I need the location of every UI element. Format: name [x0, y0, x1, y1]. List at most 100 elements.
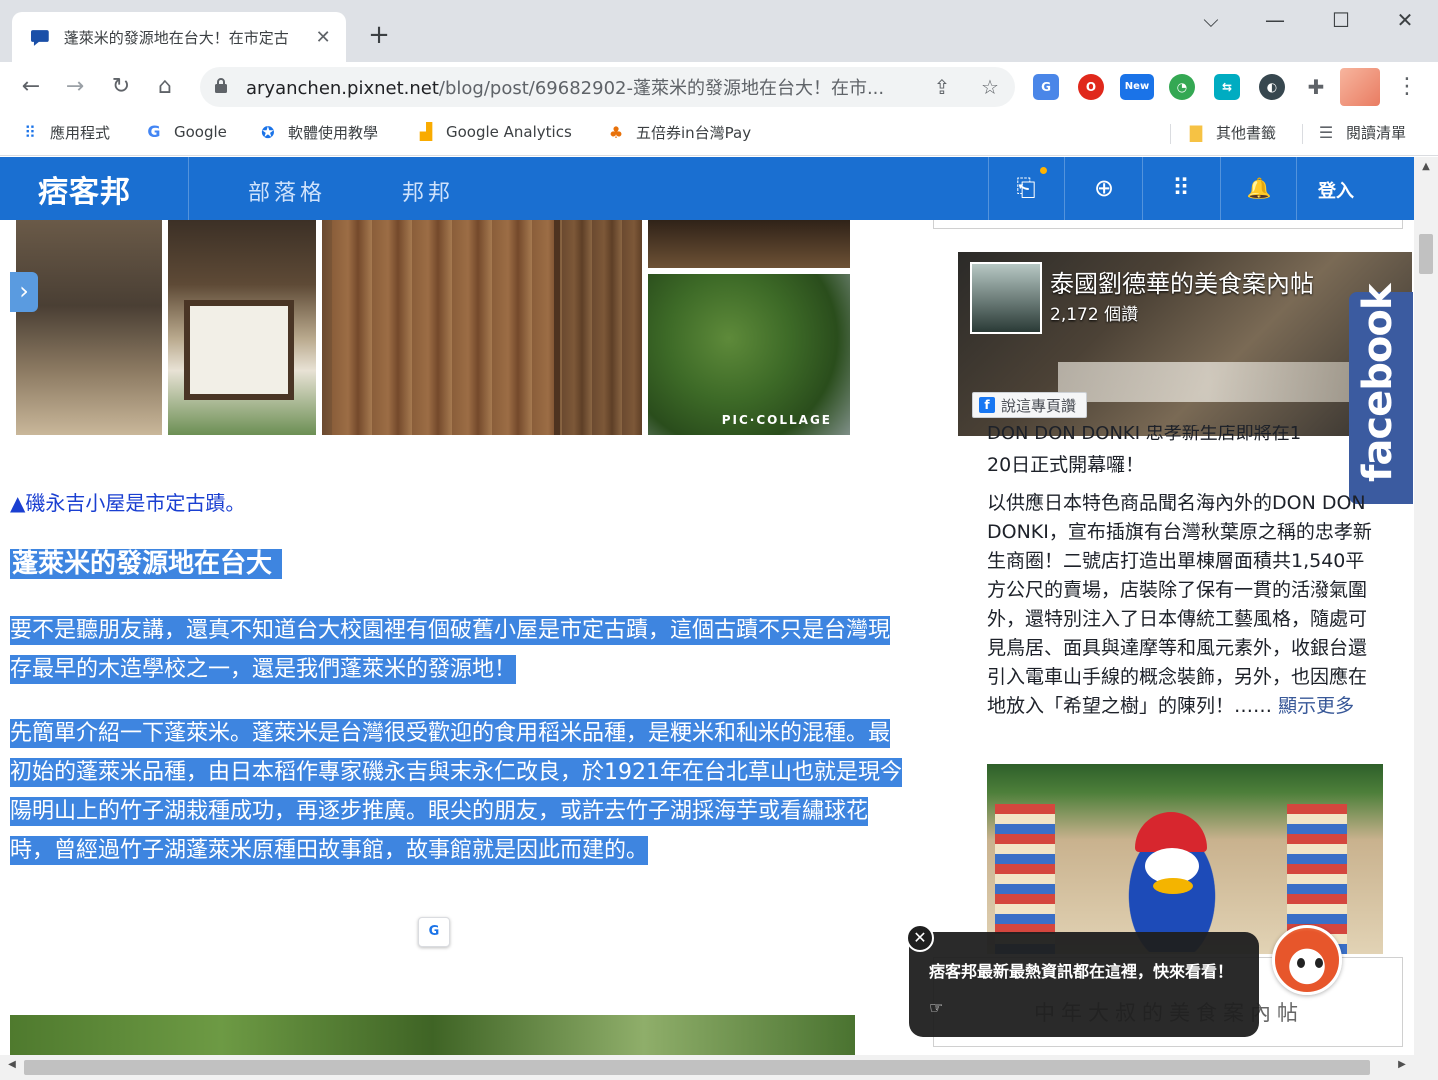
extensions-puzzle-icon[interactable]: ✚ — [1303, 74, 1329, 100]
bookmark-label: 其他書籤 — [1216, 124, 1277, 142]
reading-list[interactable]: ☰ 閱讀清單 — [1316, 122, 1406, 143]
nav-blog[interactable]: 部落格 — [248, 175, 326, 207]
google-icon: G — [147, 122, 161, 141]
vertical-scrollbar[interactable]: ▲ — [1414, 157, 1438, 1055]
vertical-scroll-thumb[interactable] — [1419, 234, 1433, 274]
facebook-page-card[interactable]: 泰國劉德華的美食案內帖 2,172 個讚 f 說這專頁讚 — [958, 252, 1412, 436]
fb-post-image[interactable] — [987, 764, 1383, 954]
scroll-up-arrow-icon[interactable]: ▲ — [1414, 161, 1438, 172]
maximize-button[interactable]: ☐ — [1326, 8, 1356, 32]
scroll-left-arrow-icon[interactable]: ◀ — [4, 1059, 20, 1070]
header-divider — [1064, 157, 1065, 220]
tab-close-icon[interactable]: ✕ — [312, 27, 334, 48]
photo-collage: PIC·COLLAGE — [16, 220, 850, 438]
penguin-hat — [1135, 812, 1207, 852]
reload-button[interactable]: ↻ — [106, 72, 136, 102]
bookmark-label: 軟體使用教學 — [288, 124, 379, 142]
nav-bangbang[interactable]: 邦邦 — [402, 175, 454, 207]
bookmarks-bar: ⠿ 應用程式 G Google ✪ 軟體使用教學 ▟ Google Analyt… — [0, 112, 1438, 156]
reading-list-icon: ☰ — [1318, 122, 1334, 142]
back-button[interactable]: ← — [16, 72, 46, 102]
translate-extension-icon[interactable]: G — [1033, 74, 1059, 100]
horizontal-scrollbar[interactable]: ◀ ▶ — [0, 1055, 1438, 1080]
see-more-link[interactable]: 顯示更多 — [1278, 695, 1354, 717]
new-extension-icon[interactable]: New — [1120, 74, 1154, 100]
bookmark-label: 五倍券in台灣Pay — [636, 124, 752, 142]
article-paragraph: 先簡單介紹一下蓬萊米。蓬萊米是台灣很受歡迎的食用稻米品種，是粳米和秈米的混種。最… — [10, 714, 902, 870]
share-icon[interactable]: ⇪ — [930, 75, 954, 99]
site-logo[interactable]: 痞客邦 — [38, 167, 131, 211]
url-text[interactable]: aryanchen.pixnet.net/blog/post/69682902-… — [246, 74, 922, 100]
bookmark-icon[interactable]: ⎗ — [1006, 171, 1046, 205]
bookmark-google[interactable]: G Google — [144, 122, 227, 142]
profile-avatar[interactable] — [1340, 68, 1380, 106]
heading-text: 蓬萊米的發源地在台大 — [10, 549, 283, 579]
apps-icon[interactable]: ⠿ — [1161, 171, 1201, 205]
bookmark-other[interactable]: ▇ 其他書籤 — [1186, 122, 1276, 143]
minimize-button[interactable]: — — [1260, 8, 1290, 32]
apps-grid-icon: ⠿ — [24, 122, 36, 142]
tab-strip: 蓬萊米的發源地在台大！在市定古 ✕ + ⌵ — ☐ ✕ — [0, 0, 1438, 62]
home-button[interactable]: ⌂ — [150, 72, 180, 102]
bookmark-label: Google Analytics — [446, 123, 572, 141]
horizontal-scroll-thumb[interactable] — [24, 1060, 1370, 1075]
bookmark-analytics[interactable]: ▟ Google Analytics — [416, 122, 572, 142]
search-icon[interactable]: ⊕ — [1084, 171, 1124, 205]
wooden-door — [332, 220, 560, 435]
fb-like-page-button[interactable]: f 說這專頁讚 — [972, 392, 1088, 418]
facebook-icon: f — [979, 397, 995, 413]
browser-menu-icon[interactable]: ⋮ — [1396, 74, 1418, 99]
fb-post-body: 以供應日本特色商品聞名海內外的DON DON DONKI，宣布插旗有台灣秋葉原之… — [987, 489, 1379, 721]
fb-post-subtitle: 20日正式開幕囉！ — [987, 454, 1145, 476]
slide-arrow-button[interactable]: › — [10, 272, 38, 312]
page-viewport: 痞客邦 部落格 邦邦 ⎗ ⊕ ⠿ 🔔 登入 PIC·COLLAGE › ▲磯永吉… — [0, 157, 1414, 1055]
fb-post-text: 以供應日本特色商品聞名海內外的DON DON DONKI，宣布插旗有台灣秋葉原之… — [987, 492, 1372, 717]
popup-close-icon[interactable]: ✕ — [906, 924, 934, 952]
bookmarks-divider — [1302, 124, 1303, 144]
promo-popup[interactable]: 痞客邦最新最熱資訊都在這裡，快來看看！☞ — [909, 932, 1259, 1037]
fox-mascot-icon[interactable] — [1272, 925, 1342, 995]
bookmark-label: Google — [174, 123, 227, 141]
header-divider — [1296, 157, 1297, 220]
vpn-extension-icon[interactable]: ◐ — [1259, 74, 1285, 100]
collage-photo-sign — [168, 220, 316, 435]
collage-photo-eave — [648, 220, 850, 268]
bookmark-star-icon[interactable]: ☆ — [978, 75, 1002, 99]
mascot-eye — [1297, 958, 1305, 968]
pixnet-favicon-icon — [30, 30, 49, 46]
opera-extension-icon[interactable]: O — [1078, 74, 1104, 100]
photo-caption: ▲磯永吉小屋是市定古蹟。 — [10, 491, 246, 515]
address-bar[interactable]: aryanchen.pixnet.net/blog/post/69682902-… — [200, 67, 1015, 107]
tab-search-icon[interactable]: ⌵ — [1196, 8, 1226, 32]
popup-message[interactable]: 痞客邦最新最熱資訊都在這裡，快來看看！☞ — [929, 954, 1239, 1026]
bell-icon[interactable]: 🔔 — [1239, 171, 1279, 205]
close-window-button[interactable]: ✕ — [1390, 8, 1420, 32]
fb-like-count: 2,172 個讚 — [1050, 305, 1139, 325]
url-path: /blog/post/69682902-蓬萊米的發源地在台大！在市... — [438, 78, 885, 99]
bookmark-label: 閱讀清單 — [1346, 124, 1407, 142]
bookmark-pay[interactable]: ♣ 五倍券in台灣Pay — [606, 122, 751, 143]
sync-extension-icon[interactable]: ⇆ — [1214, 74, 1240, 100]
header-divider — [1142, 157, 1143, 220]
browser-tab-active[interactable]: 蓬萊米的發源地在台大！在市定古 ✕ — [12, 12, 346, 62]
bookmark-software[interactable]: ✪ 軟體使用教學 — [258, 122, 378, 143]
donki-penguin-mascot — [1117, 812, 1227, 952]
paragraph-text: 要不是聽朋友講，還真不知道台大校園裡有個破舊小屋是市定古蹟，這個古蹟不只是台灣現… — [10, 616, 891, 684]
lock-icon[interactable] — [214, 77, 230, 97]
collage-photo-door — [322, 220, 642, 435]
new-tab-button[interactable]: + — [364, 20, 394, 50]
speed-extension-icon[interactable]: ◔ — [1169, 74, 1195, 100]
translate-selection-icon[interactable]: G — [418, 917, 450, 947]
software-icon: ✪ — [261, 122, 275, 142]
penguin-beak — [1153, 878, 1193, 894]
folder-icon: ▇ — [1189, 122, 1203, 142]
bookmark-apps[interactable]: ⠿ 應用程式 — [20, 122, 110, 143]
collage-photo-tree: PIC·COLLAGE — [648, 274, 850, 435]
forward-button[interactable]: → — [60, 72, 90, 102]
fb-page-name[interactable]: 泰國劉德華的美食案內帖 — [1050, 264, 1314, 299]
scroll-right-arrow-icon[interactable]: ▶ — [1394, 1059, 1410, 1070]
fb-page-thumbnail[interactable] — [970, 262, 1042, 334]
login-button[interactable]: 登入 — [1318, 177, 1354, 203]
bookmark-label: 應用程式 — [50, 124, 111, 142]
article-heading: 蓬萊米的發源地在台大 — [10, 544, 283, 584]
